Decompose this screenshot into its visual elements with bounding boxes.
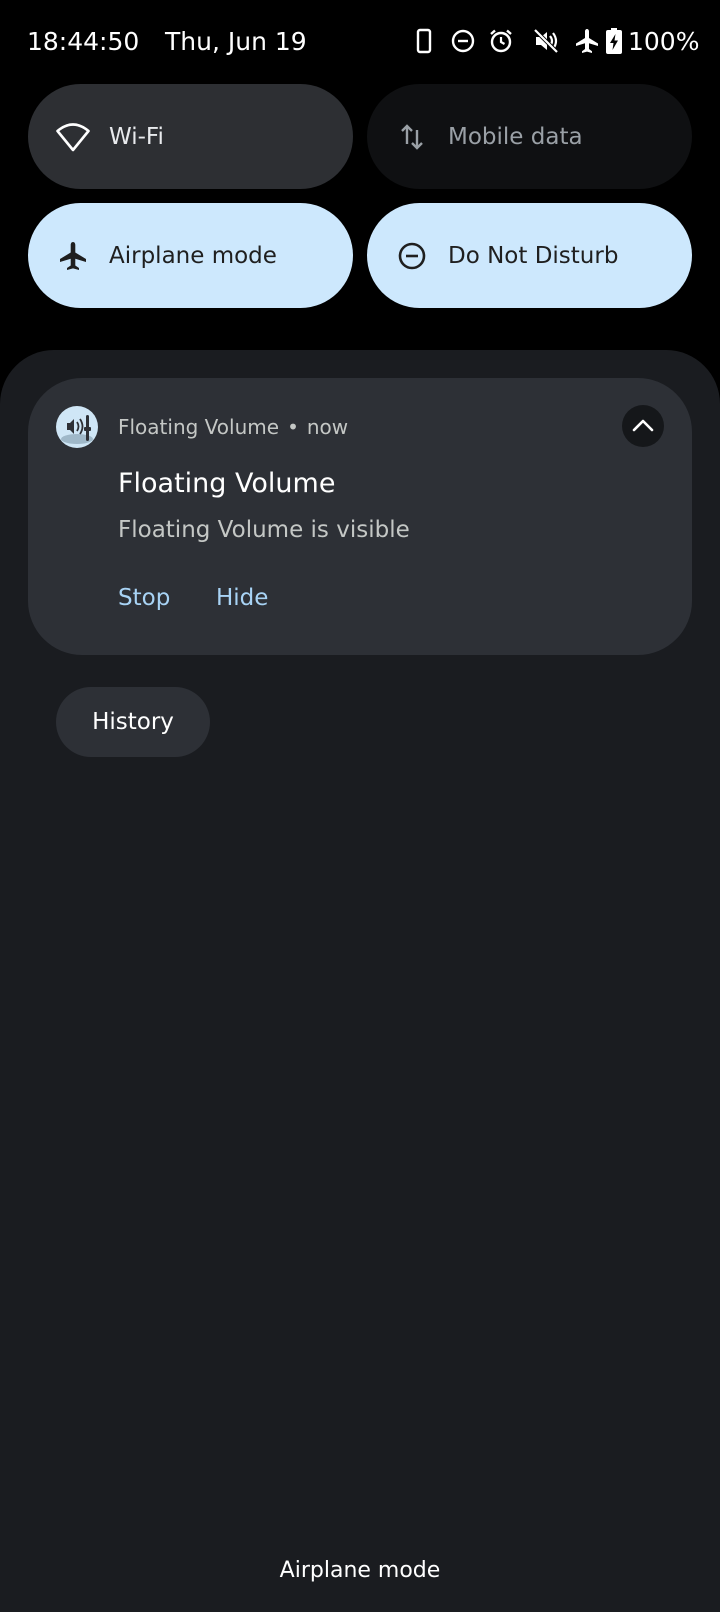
chevron-up-icon (632, 419, 654, 432)
mute-icon (533, 28, 559, 54)
status-bar: 18:44:50 Thu, Jun 19 100% (0, 0, 720, 84)
collapse-button[interactable] (622, 405, 664, 447)
airplane-icon (576, 29, 598, 53)
phone-icon (416, 28, 432, 54)
tile-airplane-mode[interactable]: Airplane mode (28, 203, 353, 308)
stop-button[interactable]: Stop (118, 582, 170, 614)
history-button[interactable]: History (56, 687, 210, 757)
wifi-icon (56, 123, 90, 152)
notification-time: now (306, 415, 349, 439)
airplane-icon (60, 242, 86, 270)
notification-text: Floating Volume is visible (118, 517, 410, 543)
tile-mobile-data[interactable]: Mobile data (367, 84, 692, 189)
tile-do-not-disturb-label: Do Not Disturb (448, 243, 619, 269)
battery-percent: 100% (628, 27, 700, 56)
notification-header: Floating Volume • now (118, 414, 348, 440)
notification-separator: • (287, 415, 299, 439)
notification-title: Floating Volume (118, 468, 336, 499)
do-not-disturb-icon (398, 242, 426, 270)
floating-volume-app-icon (56, 406, 98, 448)
hide-button[interactable]: Hide (216, 582, 268, 614)
notification-app-name: Floating Volume (118, 415, 280, 439)
notification-card[interactable]: Floating Volume • now Floating Volume Floa… (28, 378, 692, 655)
footer-status-text: Airplane mode (279, 1558, 441, 1583)
status-date: Thu, Jun 19 (165, 27, 307, 56)
tile-mobile-data-label: Mobile data (448, 124, 583, 150)
tile-do-not-disturb[interactable]: Do Not Disturb (367, 203, 692, 308)
tile-wifi-label: Wi-Fi (109, 124, 164, 150)
battery-charging-icon (606, 28, 622, 54)
do-not-disturb-icon (451, 29, 475, 53)
tile-airplane-mode-label: Airplane mode (109, 243, 277, 269)
alarm-icon (490, 29, 512, 53)
tile-wifi[interactable]: Wi-Fi (28, 84, 353, 189)
status-time: 18:44:50 (27, 27, 140, 56)
mobile-data-icon (401, 124, 423, 150)
